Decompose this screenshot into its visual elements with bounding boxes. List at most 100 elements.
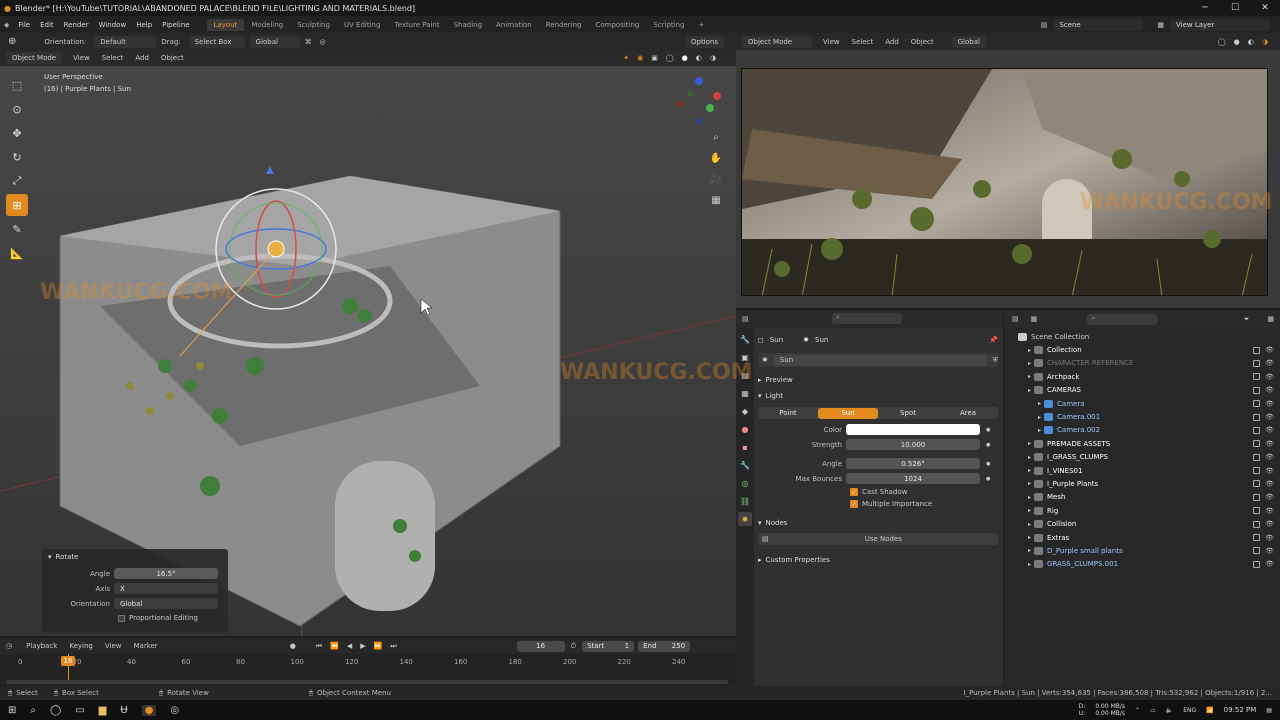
menu-edit[interactable]: Edit [35,21,59,29]
outliner-item[interactable]: ▸ Collection 👁 [1018,343,1280,356]
add-workspace-icon[interactable]: + [692,19,712,31]
end-frame-field[interactable]: End 250 [638,640,691,652]
visibility-eye-icon[interactable]: 👁 [1265,440,1274,448]
expand-arrow-icon[interactable]: ▸ [1028,454,1031,461]
annotate-tool-icon[interactable]: ✎ [6,218,28,240]
minimize-button[interactable]: ─ [1190,3,1220,13]
light-type-sun[interactable]: Sun [818,407,878,419]
jump-end-icon[interactable]: ⏭ [390,642,396,651]
scene-selector[interactable]: Scene [1053,18,1144,31]
preview-panel-header[interactable]: ▸ Preview [758,373,998,387]
max-bounces-field[interactable]: 1024 [846,473,980,484]
exclude-checkbox[interactable] [1253,507,1260,515]
timeline-scrubber[interactable]: 0 20 40 60 80 100 120 140 160 180 200 220 240 16 [0,654,736,686]
light-datablock-name-field[interactable]: Sun [773,354,987,366]
rendered-shading-icon[interactable]: ◑ [710,54,716,62]
network-icon[interactable]: ▭ [1150,707,1156,714]
visibility-eye-icon[interactable]: 👁 [1265,373,1274,381]
viewport-menu-view[interactable]: View [67,54,96,62]
transform-tool-icon[interactable]: ⊞ [6,194,28,216]
outliner-item[interactable]: ▸ Mesh 👁 [1018,491,1280,504]
exclude-checkbox[interactable] [1253,453,1260,461]
outliner-item[interactable]: ▸ Archpack 👁 [1018,370,1280,383]
playback-menu[interactable]: Playback [26,642,57,650]
chrome-icon[interactable]: ◎ [170,705,179,716]
visibility-eye-icon[interactable]: 👁 [1265,346,1274,354]
exclude-checkbox[interactable] [1253,386,1260,394]
viewport-menu-select[interactable]: Select [96,54,130,62]
rotate-orientation-dropdown[interactable]: Global [114,598,218,609]
clock[interactable]: 09:52 PM [1224,706,1257,714]
volume-icon[interactable]: 🔈 [1166,707,1173,714]
exclude-checkbox[interactable] [1253,520,1260,528]
render-menu-object[interactable]: Object [905,38,940,46]
play-icon[interactable]: ▶ [360,642,365,650]
expand-arrow-icon[interactable]: ▸ [1028,547,1031,554]
render-object-mode-dropdown[interactable]: Object Mode [742,35,812,48]
visibility-eye-icon[interactable]: 👁 [1265,480,1274,488]
exclude-checkbox[interactable] [1253,560,1260,568]
expand-arrow-icon[interactable]: ▸ [1028,507,1031,514]
proportional-icon[interactable]: ◎ [320,38,326,46]
exclude-checkbox[interactable] [1253,373,1260,381]
pan-hand-icon[interactable]: ✋ [707,149,725,167]
visibility-eye-icon[interactable]: 👁 [1265,547,1274,555]
object-tab-icon[interactable]: ▪ [738,440,752,454]
color-keyframe-icon[interactable]: ● [986,427,990,433]
tab-scripting[interactable]: Scripting [646,19,691,31]
expand-arrow-icon[interactable]: ▸ [1038,414,1041,421]
light-type-point[interactable]: Point [758,408,818,419]
properties-search-input[interactable]: ⌕ [832,313,902,324]
menu-help[interactable]: Help [131,21,157,29]
tab-shading[interactable]: Shading [447,19,489,31]
material-shading-icon[interactable]: ◐ [696,54,702,62]
visibility-eye-icon[interactable]: 👁 [1265,507,1274,515]
transform-tool-icon[interactable]: ⊕ [8,36,16,47]
tab-uv-editing[interactable]: UV Editing [337,19,388,31]
exclude-checkbox[interactable] [1253,480,1260,488]
properties-editor-type-icon[interactable]: ▤ [742,315,749,323]
multiple-importance-checkbox[interactable]: ✓ [850,500,858,508]
light-panel-header[interactable]: ▾ Light [758,389,998,403]
blender-taskbar-icon[interactable]: ● [141,704,157,716]
new-collection-icon[interactable]: ▦ [1267,315,1274,323]
notification-icon[interactable]: ▤ [1266,707,1272,714]
timeline-editor-icon[interactable]: ◷ [6,642,12,650]
menu-render[interactable]: Render [59,21,94,29]
outliner-search-input[interactable]: ⌕ [1087,313,1158,325]
windows-start-icon[interactable]: ⊞ [8,705,16,716]
expand-arrow-icon[interactable]: ▸ [1028,521,1031,528]
expand-arrow-icon[interactable]: ▸ [1028,373,1031,380]
tab-compositing[interactable]: Compositing [588,19,646,31]
cortana-icon[interactable]: ◯ [50,705,61,716]
pin-icon[interactable]: 📌 [989,336,998,344]
tray-expand-icon[interactable]: ⌃ [1135,707,1140,714]
next-key-icon[interactable]: ⏩ [374,642,383,650]
wireframe-shading-icon[interactable]: ◯ [666,54,674,62]
expand-arrow-icon[interactable]: ▸ [1028,561,1031,568]
preview-range-icon[interactable]: ⏱ [571,642,576,651]
maximize-button[interactable]: ☐ [1220,3,1250,13]
record-icon[interactable]: ● [290,642,296,650]
filter-icon[interactable]: ⏷ [1244,315,1250,324]
transform-orientation-dropdown[interactable]: Global [249,35,300,48]
wifi-icon[interactable]: 📶 [1206,707,1213,714]
orientation-dropdown[interactable]: Default [94,35,157,48]
object-mode-dropdown[interactable]: Object Mode [6,52,63,64]
render-solid-icon[interactable]: ● [1234,38,1240,46]
view-layer-tab-icon[interactable]: ▦ [738,386,752,400]
zoom-icon[interactable]: ⌕ [707,128,725,146]
outliner-item[interactable]: ▸ Collision 👁 [1018,517,1280,530]
exclude-checkbox[interactable] [1253,400,1260,408]
strength-keyframe-icon[interactable]: ● [986,442,990,448]
visibility-eye-icon[interactable]: 👁 [1265,400,1274,408]
expand-arrow-icon[interactable]: ▸ [1028,480,1031,487]
outliner-item[interactable]: ▸ I_Purple Plants 👁 [1018,477,1280,490]
move-tool-icon[interactable]: ✥ [6,122,28,144]
outliner-item[interactable]: ▸ PREMADE ASSETS 👁 [1018,437,1280,450]
menu-file[interactable]: File [13,21,35,29]
expand-arrow-icon[interactable]: ▸ [1038,400,1041,407]
overlay-toggle-icon[interactable]: ◉ [637,54,643,62]
render-menu-view[interactable]: View [817,38,846,46]
snap-icon[interactable]: ⌘ [305,38,312,46]
